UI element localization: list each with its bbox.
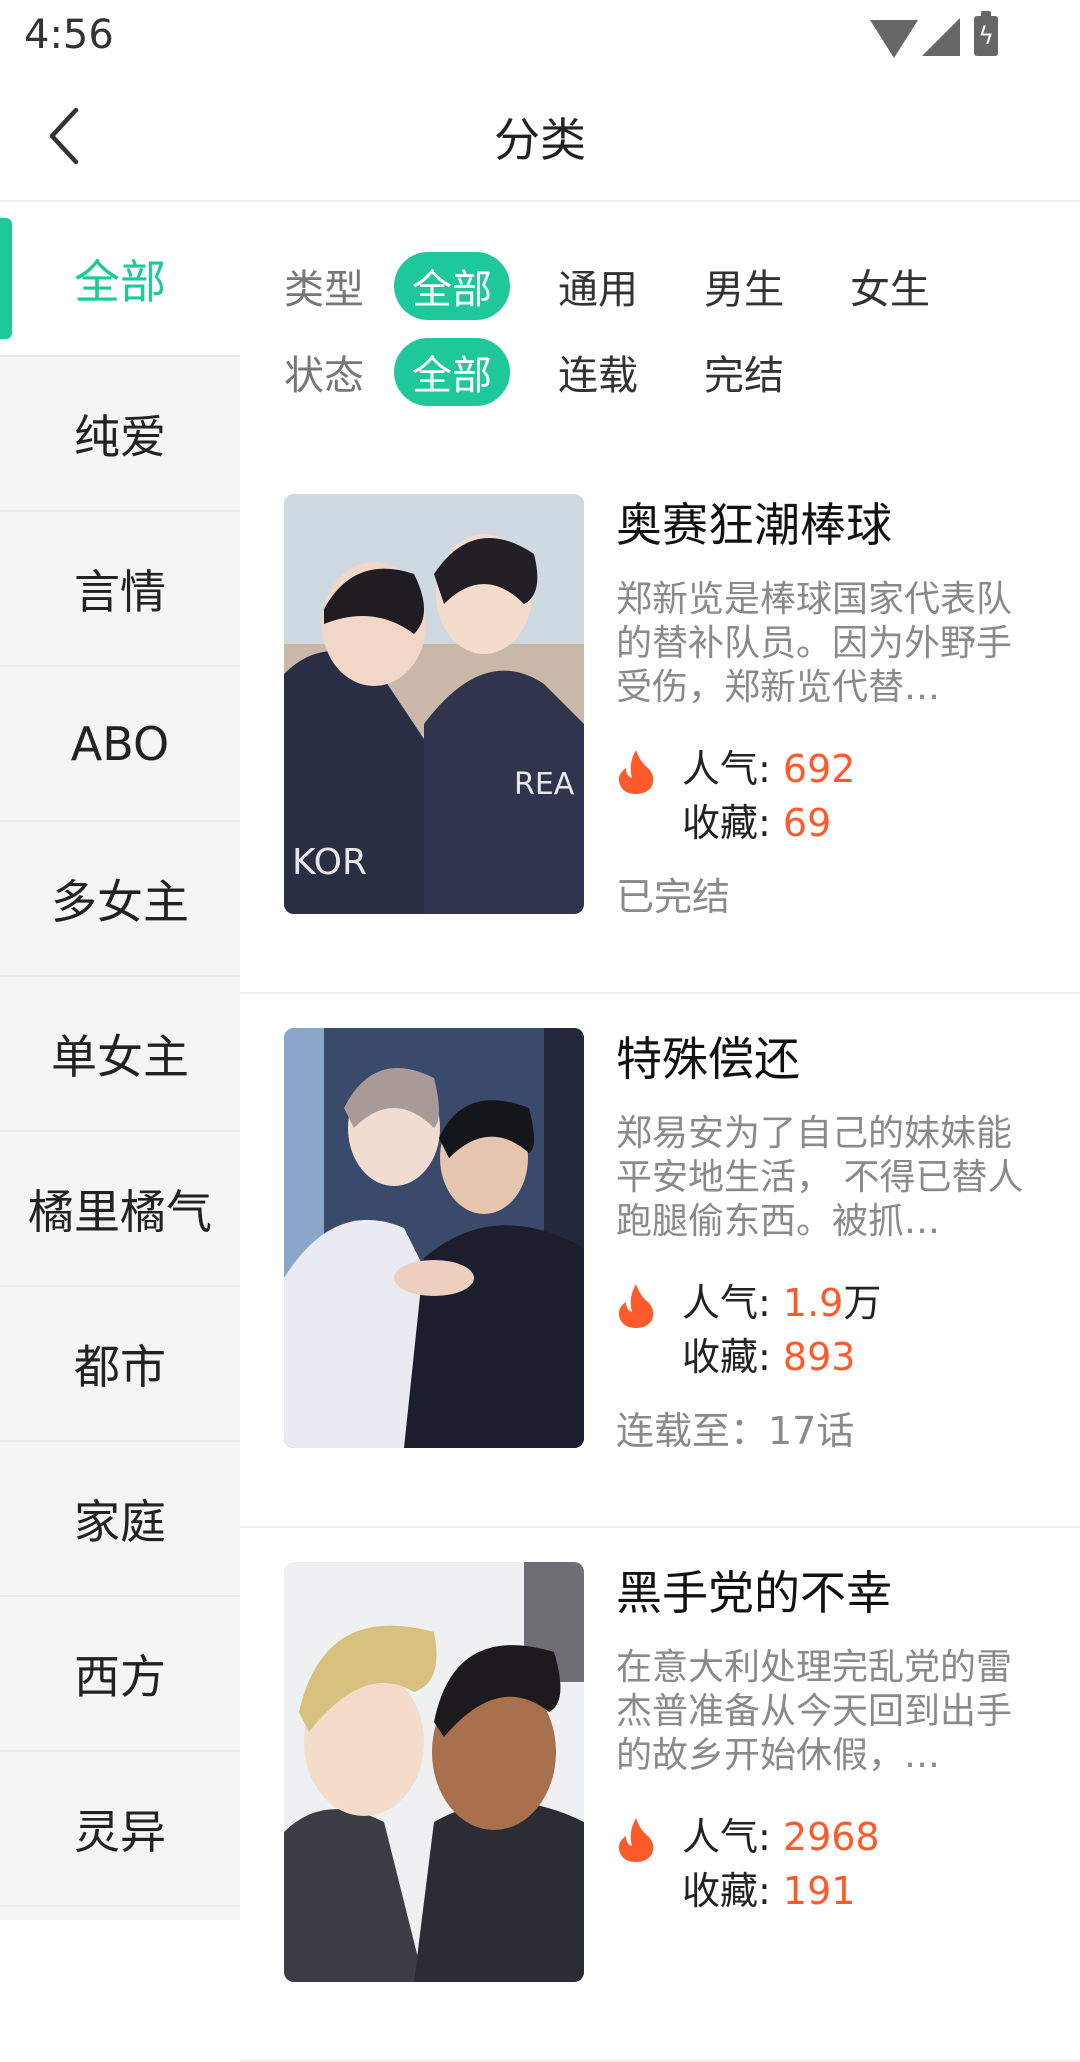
sidebar-item-romance[interactable]: 言情	[0, 512, 240, 667]
sidebar-item-multi-heroine[interactable]: 多女主	[0, 822, 240, 977]
popularity-row: 人气: 1.9万	[682, 1272, 881, 1327]
category-sidebar: 全部 纯爱 言情 ABO 多女主 单女主 橘里橘气 都市 家庭 西方 灵异	[0, 202, 240, 1920]
book-item[interactable]: KOR REA 奥赛狂潮棒球 郑新览是棒球国家代表队的替补队员。因为外野手受伤，…	[240, 460, 1080, 994]
type-chip-female[interactable]: 女生	[832, 252, 948, 320]
signal-icon	[922, 18, 960, 56]
popularity-label: 人气:	[682, 1281, 783, 1325]
sidebar-item-all[interactable]: 全部	[0, 202, 240, 357]
book-title[interactable]: 奥赛狂潮棒球	[616, 494, 1036, 556]
book-item[interactable]: 黑手党的不幸 在意大利处理完乱党的雷杰普准备从今天回到出手的故乡开始休假，… 人…	[240, 1528, 1080, 2062]
favorites-value: 893	[782, 1335, 856, 1379]
book-info: 黑手党的不幸 在意大利处理完乱党的雷杰普准备从今天回到出手的故乡开始休假，… 人…	[616, 1562, 1036, 1934]
favorites-value: 69	[782, 801, 832, 845]
favorites-row: 收藏: 191	[682, 1860, 855, 1915]
sidebar-item-gl[interactable]: 橘里橘气	[0, 1132, 240, 1287]
type-chip-all[interactable]: 全部	[394, 252, 510, 320]
book-title[interactable]: 黑手党的不幸	[616, 1562, 1036, 1624]
filter-panel: 类型 全部 通用 男生 女生 状态 全部 连载 完结	[284, 248, 1064, 420]
sidebar-item-family[interactable]: 家庭	[0, 1442, 240, 1597]
favorites-row: 收藏: 69	[682, 792, 831, 847]
popularity-label: 人气:	[682, 747, 783, 791]
popularity-row: 人气: 2968	[682, 1806, 880, 1861]
fire-icon	[618, 1284, 654, 1328]
status-icons: ϟ	[870, 11, 1010, 60]
book-stats: 人气: 1.9万 收藏: 893	[616, 1272, 1036, 1380]
sidebar-item-bl[interactable]: 纯爱	[0, 357, 240, 512]
popularity-label: 人气:	[682, 1815, 783, 1859]
book-cover[interactable]	[284, 1562, 584, 1982]
fire-icon	[618, 750, 654, 794]
popularity-value: 1.9	[782, 1281, 844, 1325]
book-description: 在意大利处理完乱党的雷杰普准备从今天回到出手的故乡开始休假，…	[616, 1647, 1013, 1776]
status-chip-completed[interactable]: 完结	[686, 338, 802, 406]
popularity-unit: 万	[843, 1281, 882, 1325]
favorites-label: 收藏:	[682, 801, 783, 845]
book-info: 特殊偿还 郑易安为了自己的妹妹能平安地生活， 不得已替人跑腿偷东西。被抓… 人气…	[616, 1028, 1036, 1455]
type-filter-row: 类型 全部 通用 男生 女生	[284, 248, 1064, 324]
status-bar: 4:56 ϟ	[0, 0, 1080, 74]
book-cover[interactable]	[284, 1028, 584, 1448]
status-filter-row: 状态 全部 连载 完结	[284, 334, 1064, 410]
popularity-value: 692	[782, 747, 856, 791]
sidebar-item-urban[interactable]: 都市	[0, 1287, 240, 1442]
sidebar-item-abo[interactable]: ABO	[0, 667, 240, 822]
favorites-row: 收藏: 893	[682, 1326, 855, 1381]
book-status: 已完结	[616, 875, 731, 919]
wifi-icon	[870, 20, 918, 58]
book-info: 奥赛狂潮棒球 郑新览是棒球国家代表队的替补队员。因为外野手受伤，郑新览代替… 人…	[616, 494, 1036, 921]
sidebar-item-single-heroine[interactable]: 单女主	[0, 977, 240, 1132]
svg-text:REA: REA	[514, 767, 575, 802]
battery-charging-icon: ϟ	[974, 11, 998, 56]
type-filter-label: 类型	[284, 267, 364, 313]
book-item[interactable]: 特殊偿还 郑易安为了自己的妹妹能平安地生活， 不得已替人跑腿偷东西。被抓… 人气…	[240, 994, 1080, 1528]
favorites-value: 191	[782, 1869, 856, 1913]
svg-text:KOR: KOR	[292, 842, 367, 883]
type-chip-male[interactable]: 男生	[686, 252, 802, 320]
sidebar-item-supernatural[interactable]: 灵异	[0, 1752, 240, 1907]
status-time: 4:56	[24, 12, 114, 58]
sidebar-item-western[interactable]: 西方	[0, 1597, 240, 1752]
status-chip-all[interactable]: 全部	[394, 338, 510, 406]
book-description: 郑新览是棒球国家代表队的替补队员。因为外野手受伤，郑新览代替…	[616, 579, 1013, 708]
popularity-value: 2968	[782, 1815, 880, 1859]
favorites-label: 收藏:	[682, 1335, 783, 1379]
page-title: 分类	[494, 113, 586, 167]
book-cover[interactable]: KOR REA	[284, 494, 584, 914]
book-stats: 人气: 692 收藏: 69	[616, 738, 1036, 846]
book-title[interactable]: 特殊偿还	[616, 1028, 1036, 1090]
top-bar: 分类	[0, 74, 1080, 202]
book-stats: 人气: 2968 收藏: 191	[616, 1806, 1036, 1914]
book-status: 连载至：17话	[616, 1409, 855, 1453]
book-list: KOR REA 奥赛狂潮棒球 郑新览是棒球国家代表队的替补队员。因为外野手受伤，…	[240, 460, 1080, 2062]
fire-icon	[618, 1818, 654, 1862]
popularity-row: 人气: 692	[682, 738, 855, 793]
status-filter-label: 状态	[284, 353, 364, 399]
status-chip-ongoing[interactable]: 连载	[540, 338, 656, 406]
favorites-label: 收藏:	[682, 1869, 783, 1913]
book-description: 郑易安为了自己的妹妹能平安地生活， 不得已替人跑腿偷东西。被抓…	[616, 1113, 1024, 1242]
type-chip-general[interactable]: 通用	[540, 252, 656, 320]
